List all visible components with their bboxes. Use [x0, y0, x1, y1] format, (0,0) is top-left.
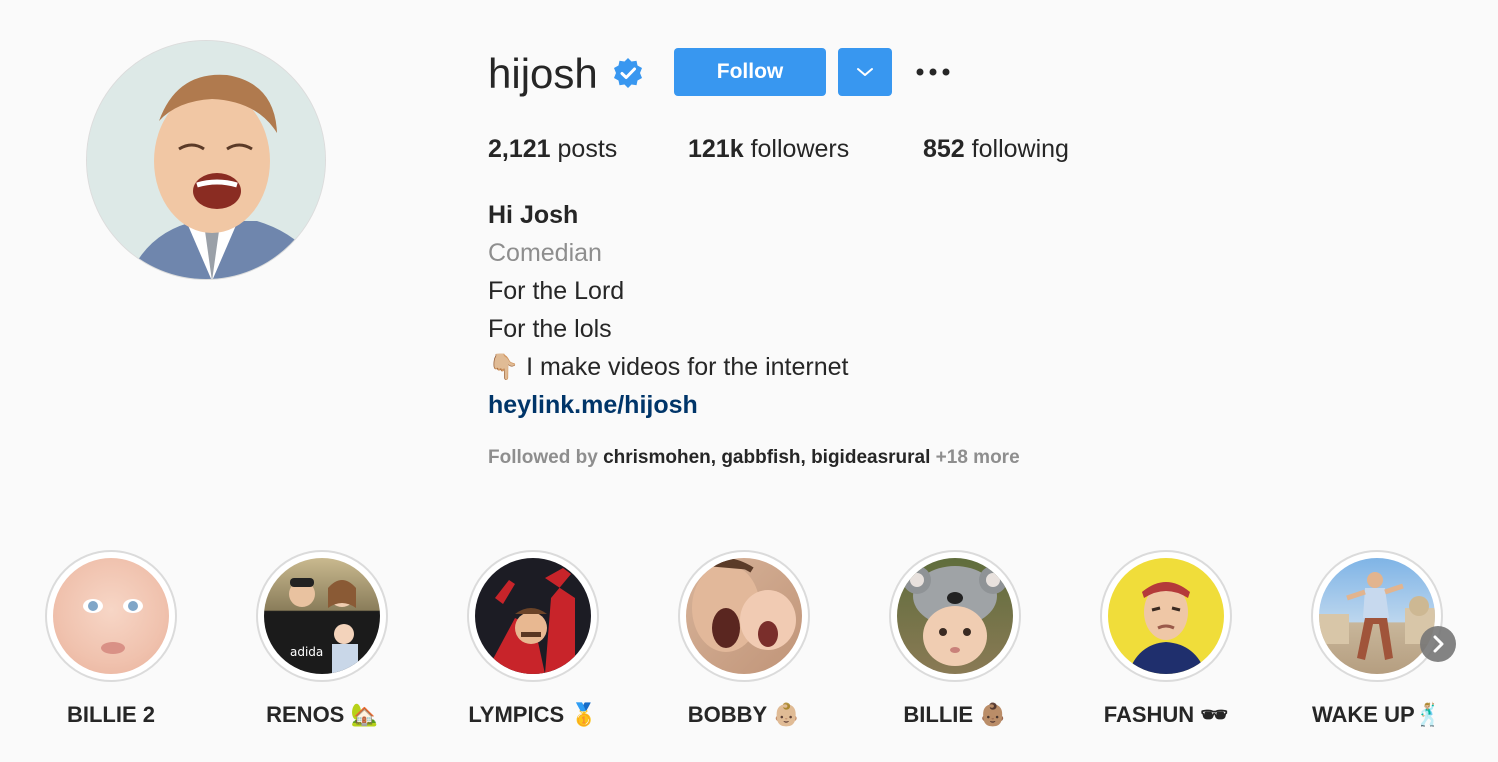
- followed-by-user[interactable]: bigideasrural: [811, 447, 930, 468]
- highlight-cover[interactable]: [678, 550, 810, 682]
- more-options-button[interactable]: [912, 60, 954, 84]
- story-highlight[interactable]: BILLIE 2: [45, 550, 177, 727]
- story-highlight[interactable]: LYMPICS 🥇: [467, 550, 599, 727]
- highlight-label: BOBBY 👶🏼: [687, 702, 801, 727]
- profile-avatar[interactable]: [86, 40, 326, 280]
- highlight-cover[interactable]: [45, 550, 177, 682]
- bio-line: For the lols: [488, 315, 612, 343]
- highlight-label: BILLIE 👶🏽: [903, 702, 1007, 727]
- bio-link[interactable]: heylink.me/hijosh: [488, 390, 698, 420]
- profile-full-name: Hi Josh: [488, 201, 579, 229]
- followers-stat[interactable]: 121k followers: [688, 134, 849, 164]
- posts-stat: 2,121 posts: [488, 134, 617, 164]
- highlight-cover[interactable]: [467, 550, 599, 682]
- posts-label: posts: [557, 135, 618, 163]
- highlight-cover[interactable]: [1311, 550, 1443, 682]
- story-highlight[interactable]: FASHUN 🕶: [1100, 550, 1232, 727]
- bio-line: For the Lord: [488, 277, 625, 305]
- verified-badge-icon: [612, 57, 644, 89]
- bio-line: 👇🏼 I make videos for the internet: [488, 353, 849, 381]
- followed-by-more[interactable]: +18 more: [936, 447, 1020, 468]
- followers-label: followers: [750, 135, 850, 163]
- followed-by-user[interactable]: chrismohen: [603, 447, 711, 468]
- highlight-label: BILLIE 2: [66, 702, 155, 727]
- profile-username: hijosh: [488, 50, 598, 97]
- story-highlight[interactable]: BOBBY 👶🏼: [678, 550, 810, 727]
- posts-count: 2,121: [488, 135, 551, 163]
- following-label: following: [971, 135, 1069, 163]
- following-stat[interactable]: 852 following: [923, 134, 1069, 164]
- follow-button[interactable]: Follow: [674, 48, 826, 96]
- highlight-label: LYMPICS 🥇: [468, 702, 598, 727]
- highlight-cover[interactable]: adida: [256, 550, 388, 682]
- highlight-label: WAKE UP🕺🏼: [1311, 702, 1443, 727]
- svg-text:adida: adida: [290, 645, 323, 659]
- followed-by[interactable]: Followed by chrismohen, gabbfish, bigide…: [488, 446, 1020, 470]
- story-highlight[interactable]: BILLIE 👶🏽: [889, 550, 1021, 727]
- followed-by-user[interactable]: gabbfish: [721, 447, 800, 468]
- following-count: 852: [923, 135, 965, 163]
- followed-by-prefix: Followed by: [488, 447, 604, 468]
- highlight-label: FASHUN 🕶: [1103, 702, 1229, 727]
- more-options-icon: [916, 68, 950, 76]
- highlight-cover[interactable]: [889, 550, 1021, 682]
- story-highlight[interactable]: adida RENOS 🏡: [256, 550, 388, 727]
- followers-count: 121k: [688, 135, 744, 163]
- highlight-cover[interactable]: [1100, 550, 1232, 682]
- story-highlight[interactable]: WAKE UP🕺🏼: [1311, 550, 1443, 727]
- suggested-accounts-dropdown-button[interactable]: [838, 48, 892, 96]
- highlight-label: RENOS 🏡: [266, 702, 378, 727]
- highlights-next-button[interactable]: [1420, 626, 1456, 662]
- chevron-down-icon: [857, 68, 873, 76]
- profile-category: Comedian: [488, 239, 602, 267]
- next-arrow-icon: [1433, 635, 1444, 653]
